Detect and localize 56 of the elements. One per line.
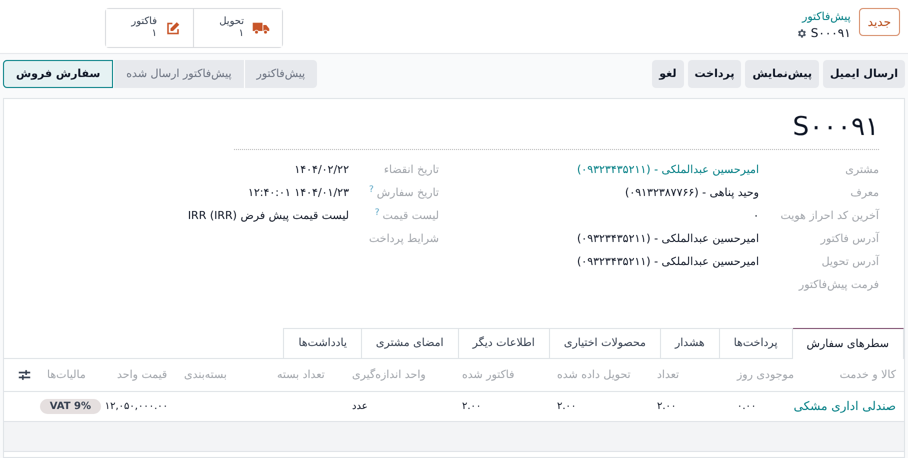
- column-header[interactable]: تعداد بسته: [269, 359, 344, 391]
- field-value: امیرحسین عبدالملکی - (۰۹۳۲۳۴۳۵۲۱۱): [577, 254, 759, 270]
- new-button[interactable]: جدید: [858, 8, 900, 36]
- status-stage[interactable]: سفارش فروش: [3, 60, 114, 88]
- product-link[interactable]: صندلی اداری مشکی: [794, 398, 896, 413]
- field-value: وحید پناهی - (۰۹۱۳۲۳۸۷۷۶۶): [625, 185, 759, 201]
- table-cell: ۲.۰۰: [557, 400, 576, 412]
- edit-icon: [165, 20, 181, 36]
- field-label: آدرس تحویل: [822, 254, 879, 270]
- field-value: ۱۴۰۴/۰۱/۲۳ ۱۲:۴۰:۰۱: [248, 185, 349, 201]
- field-label: آخرین کد احراز هویت: [780, 208, 879, 224]
- column-header[interactable]: کالا و خدمت: [809, 359, 904, 391]
- table-cell: ۰.۰۰: [737, 400, 756, 412]
- field-link[interactable]: امیرحسین عبدالملکی - (۰۹۳۲۳۴۳۵۲۱۱): [577, 162, 759, 178]
- table-cell: ۱۲,۰۵۰,۰۰۰.۰۰: [104, 400, 168, 412]
- action-button[interactable]: پرداخت: [688, 60, 742, 88]
- column-header[interactable]: تحویل داده شده: [549, 359, 649, 391]
- field-value: ۱۴۰۴/۰۲/۲۲: [294, 162, 349, 178]
- column-header[interactable]: قیمت واحد: [109, 359, 176, 391]
- settings-icon[interactable]: [18, 368, 31, 381]
- field-label: لیست قیمت: [382, 208, 439, 224]
- field-value: ۰: [753, 208, 759, 224]
- column-header[interactable]: بسته‌بندی: [176, 359, 269, 391]
- field-label: فرمت پیش‌فاکتور: [798, 277, 879, 293]
- field-label: تاریخ انقضاء: [384, 162, 439, 178]
- field-label: شرایط پرداخت: [368, 231, 439, 247]
- field-label: معرف: [850, 185, 879, 201]
- status-stage[interactable]: پیش‌فاکتور: [244, 60, 318, 88]
- field-value: امیرحسین عبدالملکی - (۰۹۳۲۳۴۳۵۲۱۱): [577, 231, 759, 247]
- breadcrumb-link[interactable]: پیش‌فاکتور: [796, 8, 851, 25]
- gear-icon[interactable]: [796, 28, 807, 39]
- action-button[interactable]: ارسال ایمیل: [822, 60, 905, 88]
- tab[interactable]: یادداشت‌ها: [283, 328, 362, 358]
- column-header[interactable]: مالیات‌ها: [39, 359, 109, 391]
- smart-button[interactable]: فاکتور ۱: [106, 9, 194, 47]
- table-cell: عدد: [352, 400, 368, 412]
- table-cell: ۲.۰۰: [462, 400, 482, 412]
- action-button[interactable]: پیش‌نمایش: [745, 60, 819, 88]
- column-header[interactable]: موجودی روز: [729, 359, 809, 391]
- help-mark[interactable]: ?: [368, 185, 374, 195]
- status-stage[interactable]: پیش‌فاکتور ارسال شده: [114, 60, 244, 88]
- column-header[interactable]: تعداد: [649, 359, 729, 391]
- field-label: تاریخ سفارش: [376, 185, 439, 201]
- tax-tag: VAT 9%: [40, 398, 101, 414]
- column-header[interactable]: واحد اندازه‌گیری: [344, 359, 454, 391]
- record-title: S۰۰۰۹۱: [792, 111, 879, 144]
- field-label: مشتری: [845, 162, 879, 178]
- table-cell: ۲.۰۰: [657, 400, 676, 412]
- tab[interactable]: سطرهای سفارش: [792, 328, 904, 359]
- action-button[interactable]: لغو: [652, 60, 684, 88]
- record-name: S۰۰۰۹۱: [810, 25, 851, 42]
- field-label: آدرس فاکتور: [820, 231, 879, 247]
- truck-icon: [252, 21, 270, 35]
- field-value: لیست قیمت پیش فرض IRR (IRR): [188, 208, 349, 224]
- help-mark[interactable]: ?: [374, 208, 380, 218]
- column-header[interactable]: فاکتور شده: [454, 359, 549, 391]
